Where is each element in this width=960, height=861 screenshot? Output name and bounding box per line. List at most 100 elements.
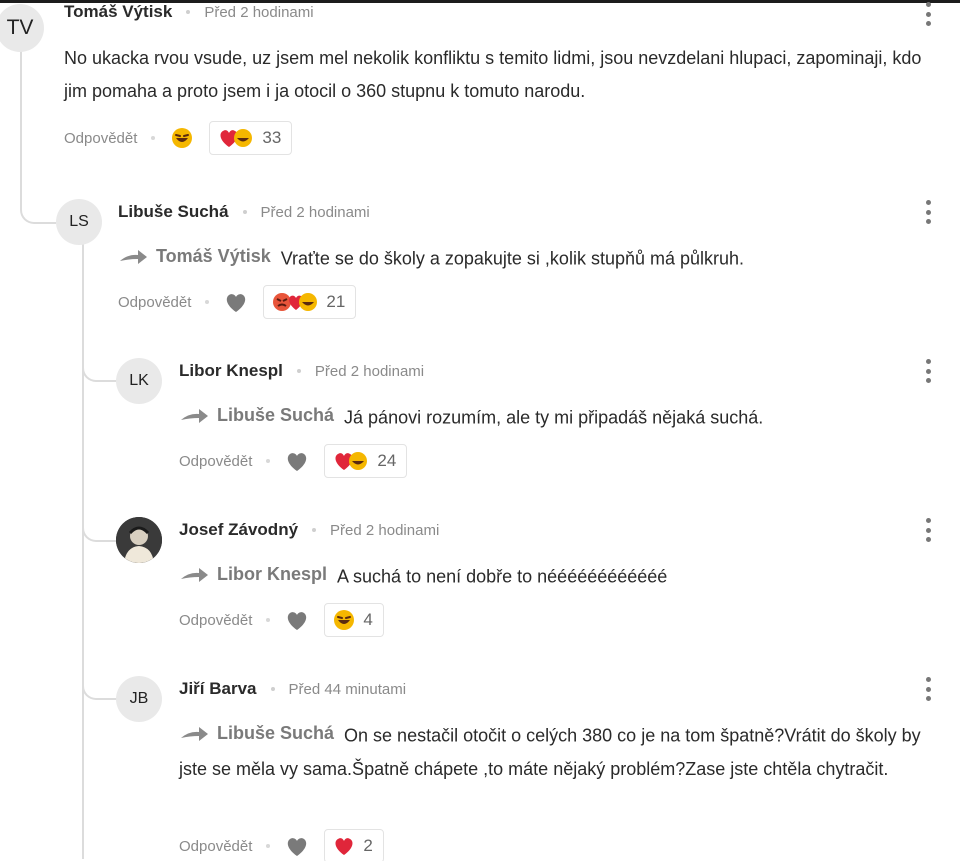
more-options-icon[interactable] bbox=[925, 518, 931, 542]
thread-elbow-4 bbox=[82, 668, 118, 700]
angry-heart-laugh-icons bbox=[273, 293, 318, 311]
laugh-emoji-icon bbox=[172, 128, 193, 148]
separator-dot bbox=[266, 844, 271, 848]
reply-arrow-icon bbox=[120, 249, 147, 264]
author-name[interactable]: Libor Knespl bbox=[179, 361, 283, 381]
author-name[interactable]: Tomáš Výtisk bbox=[64, 2, 172, 22]
comment-body: Já pánovi rozumím, ale ty mi připadáš ně… bbox=[344, 407, 764, 428]
avatar[interactable]: JB bbox=[116, 676, 162, 722]
reply-button[interactable]: Odpovědět bbox=[64, 130, 137, 147]
more-options-icon[interactable] bbox=[925, 200, 931, 224]
heart-outline-icon bbox=[227, 294, 246, 312]
reply-to[interactable]: Tomáš Výtisk bbox=[118, 240, 271, 273]
reply-to[interactable]: Libor Knespl bbox=[179, 558, 327, 591]
separator-dot bbox=[151, 136, 156, 140]
separator-dot bbox=[296, 369, 301, 373]
avatar[interactable]: TV bbox=[0, 4, 44, 52]
reactions-summary[interactable]: 4 bbox=[324, 603, 384, 637]
laugh-reaction-button[interactable] bbox=[169, 126, 195, 150]
author-name[interactable]: Libuše Suchá bbox=[118, 202, 229, 222]
avatar[interactable]: LS bbox=[56, 199, 102, 245]
comment-text: Libor Knespl A suchá to není dobře to né… bbox=[179, 558, 929, 594]
thread-line-level2 bbox=[82, 244, 84, 859]
comment-header: Libuše Suchá Před 2 hodinami bbox=[118, 202, 370, 222]
thread-elbow-3 bbox=[82, 510, 118, 542]
reaction-count: 4 bbox=[363, 610, 373, 629]
reactions-summary[interactable]: 2 bbox=[324, 829, 384, 861]
like-button[interactable] bbox=[284, 608, 310, 632]
like-button[interactable] bbox=[284, 834, 310, 858]
reply-button[interactable]: Odpovědět bbox=[179, 612, 252, 629]
more-options-icon[interactable] bbox=[925, 677, 931, 701]
comment-text: Libuše Suchá Já pánovi rozumím, ale ty m… bbox=[179, 399, 929, 435]
reply-to-name: Tomáš Výtisk bbox=[156, 246, 271, 266]
reaction-count: 33 bbox=[262, 128, 282, 147]
thread-line-main bbox=[20, 46, 22, 196]
comment-header: Tomáš Výtisk Před 2 hodinami bbox=[64, 2, 314, 22]
heart-outline-icon bbox=[288, 612, 307, 630]
reactions-summary[interactable]: 33 bbox=[209, 121, 293, 155]
heart-laugh-icons bbox=[335, 452, 368, 470]
heart-laugh-icons bbox=[220, 129, 253, 147]
profile-photo-icon bbox=[116, 517, 162, 563]
reply-to[interactable]: Libuše Suchá bbox=[179, 399, 334, 432]
laugh-emoji-icon bbox=[334, 610, 355, 630]
reply-arrow-icon bbox=[181, 408, 208, 423]
reactions-summary[interactable]: 24 bbox=[324, 444, 408, 478]
heart-outline-icon bbox=[288, 453, 307, 471]
reactions-summary[interactable]: 21 bbox=[263, 285, 357, 319]
comment-text: No ukacka rvou vsude, uz jsem mel nekoli… bbox=[64, 42, 934, 108]
more-options-icon[interactable] bbox=[925, 2, 931, 26]
reactions-icons bbox=[333, 450, 369, 472]
comment-body: No ukacka rvou vsude, uz jsem mel nekoli… bbox=[64, 48, 922, 101]
comment-text: Libuše Suchá On se nestačil otočit o cel… bbox=[179, 717, 939, 786]
reply-arrow-icon bbox=[181, 567, 208, 582]
avatar-photo[interactable] bbox=[116, 517, 162, 563]
reply-to-name: Libuše Suchá bbox=[217, 723, 335, 743]
reply-to-name: Libuše Suchá bbox=[217, 405, 335, 425]
author-name[interactable]: Jiří Barva bbox=[179, 679, 257, 699]
separator-dot bbox=[266, 459, 271, 463]
thread-elbow-2 bbox=[82, 350, 118, 382]
reaction-count: 24 bbox=[377, 451, 397, 470]
reply-arrow-icon bbox=[181, 726, 208, 741]
separator-dot bbox=[205, 300, 210, 304]
reply-button[interactable]: Odpovědět bbox=[118, 294, 191, 311]
timestamp: Před 2 hodinami bbox=[204, 3, 314, 21]
separator-dot bbox=[312, 528, 317, 532]
like-button[interactable] bbox=[284, 449, 310, 473]
timestamp: Před 2 hodinami bbox=[314, 362, 425, 380]
timestamp: Před 2 hodinami bbox=[330, 521, 440, 539]
comment-header: Jiří Barva Před 44 minutami bbox=[179, 679, 406, 699]
reply-button[interactable]: Odpovědět bbox=[179, 838, 252, 855]
comment-body: Vraťte se do školy a zopakujte si ,kolik… bbox=[280, 248, 745, 269]
heart-outline-icon bbox=[288, 838, 307, 856]
comment-header: Josef Závodný Před 2 hodinami bbox=[179, 520, 439, 540]
author-name[interactable]: Josef Závodný bbox=[179, 520, 298, 540]
comment-text: Tomáš Výtisk Vraťte se do školy a zopaku… bbox=[118, 240, 928, 276]
comment-actions: Odpovědět 24 bbox=[179, 444, 408, 478]
reaction-count: 2 bbox=[363, 836, 373, 855]
timestamp: Před 2 hodinami bbox=[260, 203, 370, 221]
avatar[interactable]: LK bbox=[116, 358, 162, 404]
separator-dot bbox=[266, 618, 271, 622]
reaction-count: 21 bbox=[326, 292, 346, 311]
reply-to-name: Libor Knespl bbox=[217, 564, 328, 584]
heart-icon bbox=[335, 838, 353, 855]
comment-actions: Odpovědět 21 bbox=[118, 285, 357, 319]
separator-dot bbox=[270, 687, 275, 691]
like-button[interactable] bbox=[223, 290, 249, 314]
timestamp: Před 44 minutami bbox=[288, 680, 407, 698]
reactions-icons bbox=[333, 835, 355, 857]
reply-button[interactable]: Odpovědět bbox=[179, 453, 252, 470]
comment-actions: Odpovědět 4 bbox=[179, 603, 384, 637]
comment-actions: Odpovědět 33 bbox=[64, 121, 293, 155]
separator-dot bbox=[186, 10, 191, 14]
comment-actions: Odpovědět 2 bbox=[179, 829, 384, 861]
more-options-icon[interactable] bbox=[925, 359, 931, 383]
reactions-icons bbox=[218, 127, 254, 149]
thread-elbow-1 bbox=[20, 190, 56, 224]
separator-dot bbox=[242, 210, 247, 214]
comment-body: A suchá to není dobře to néééééééééééé bbox=[337, 566, 668, 587]
reply-to[interactable]: Libuše Suchá bbox=[179, 717, 334, 750]
